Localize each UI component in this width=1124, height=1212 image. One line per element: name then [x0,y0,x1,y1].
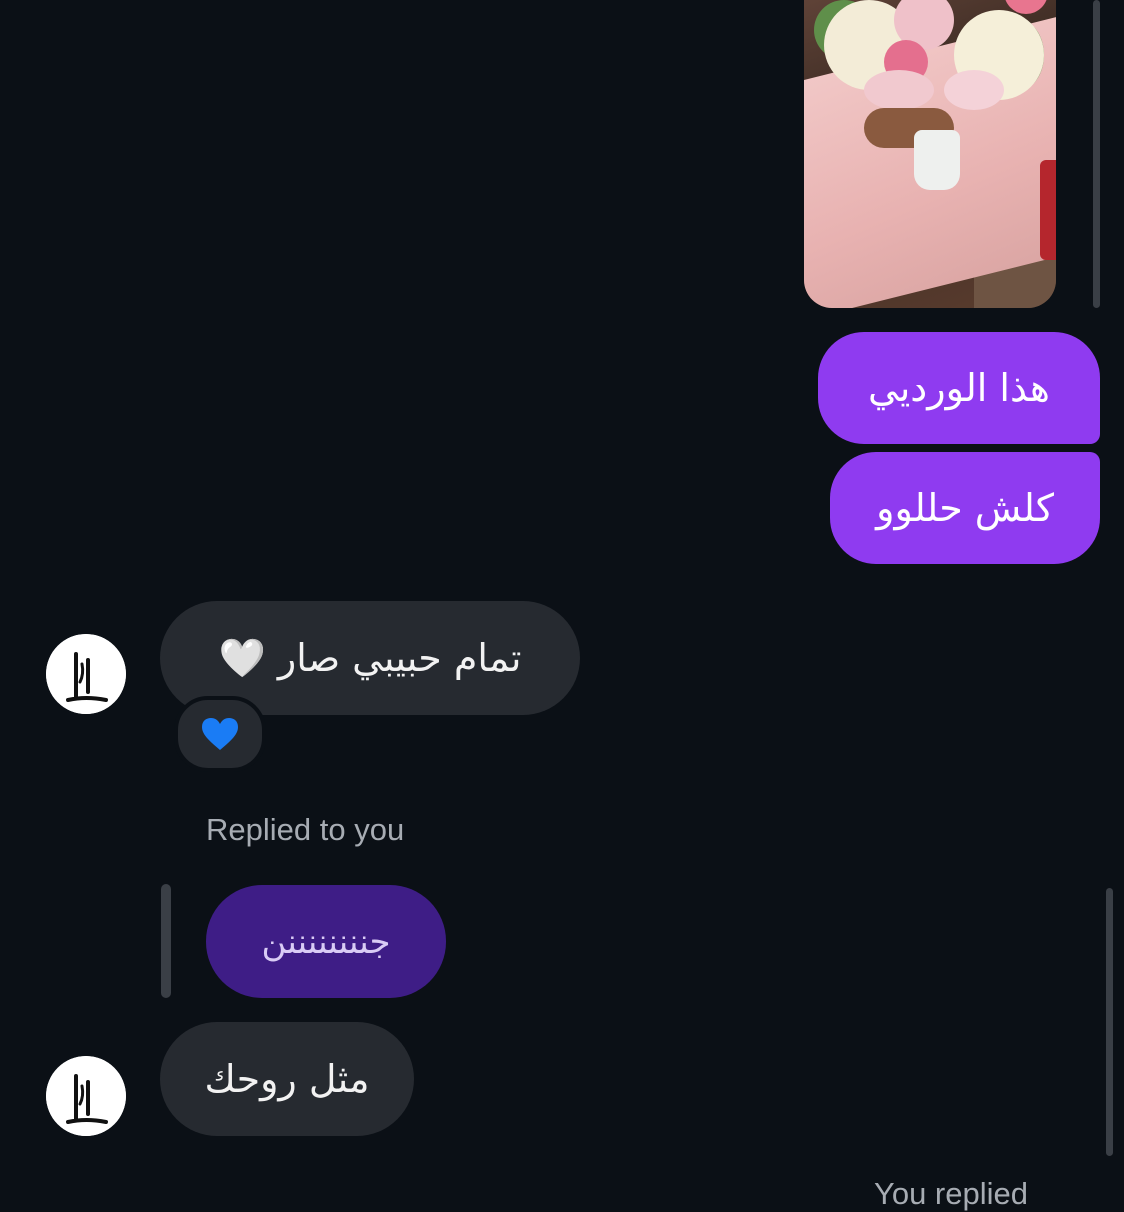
calligraphy-logo-icon [46,634,126,714]
received-message-bubble[interactable]: مثل روحك [160,1022,414,1136]
photo-red-flowers [1040,160,1056,260]
contact-avatar[interactable] [46,634,126,714]
message-text: هذا الورديي [868,366,1050,410]
message-text: مثل روحك [204,1057,370,1101]
sent-message-bubble[interactable]: كلش حللوو [830,452,1100,564]
message-reaction[interactable] [174,696,266,772]
sent-message-bubble[interactable]: هذا الورديي [818,332,1100,444]
message-text: كلش حللوو [876,486,1054,530]
sent-photo-flowers[interactable] [804,0,1056,308]
scrollbar-bottom[interactable] [1106,888,1113,1156]
quoted-text: جننننننننن [261,921,391,962]
blue-heart-icon [202,718,238,750]
message-text: تمام حبيبي صار 🤍 [218,635,522,680]
replied-to-you-label: Replied to you [206,812,405,847]
photo-vase [914,130,960,190]
reply-quote-line [161,884,171,998]
quoted-message-bubble[interactable]: جننننننننن [206,885,446,998]
photo-flower [864,70,934,110]
calligraphy-logo-icon [46,1056,126,1136]
scrollbar-top[interactable] [1093,0,1100,308]
photo-flower [944,70,1004,110]
contact-avatar[interactable] [46,1056,126,1136]
you-replied-label: You replied [874,1176,1028,1211]
